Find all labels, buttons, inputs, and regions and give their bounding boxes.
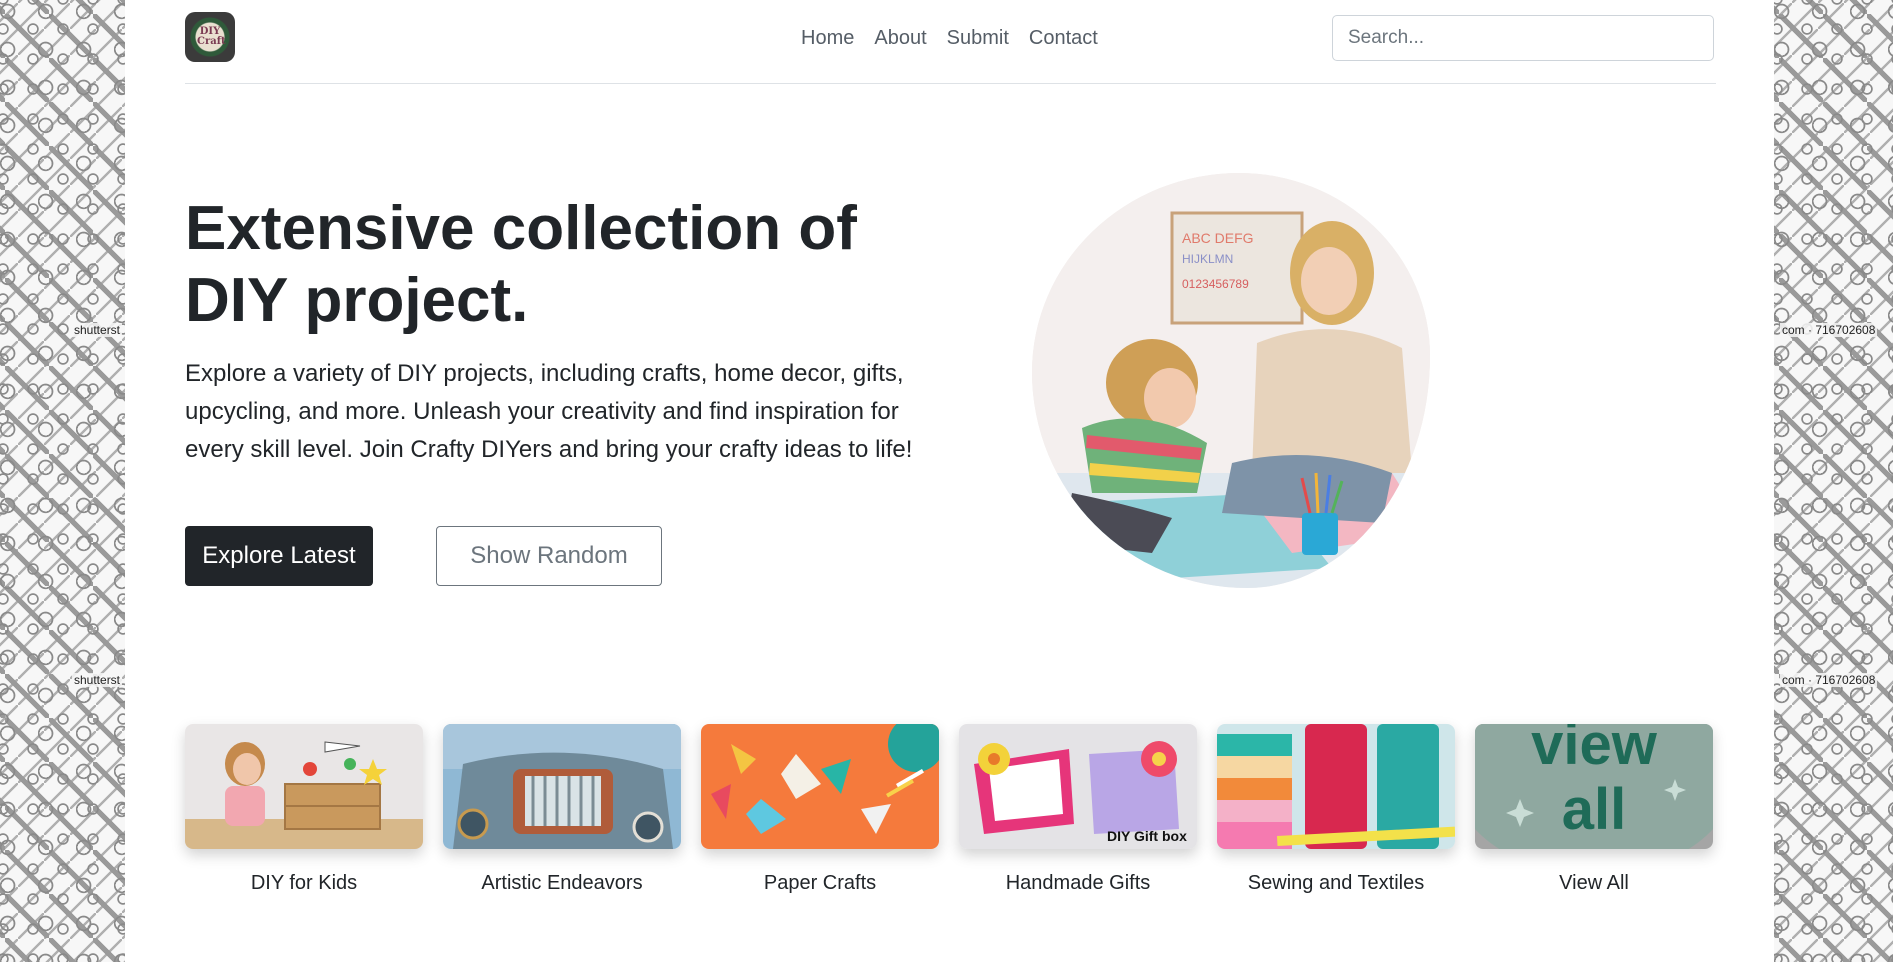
category-image-paper-crafts[interactable] xyxy=(701,724,939,849)
nav-home[interactable]: Home xyxy=(801,26,864,50)
origami-illustration xyxy=(701,724,939,849)
site-header: DIY Craft Home About Submit Contact xyxy=(185,0,1716,84)
view-all-graphic: view all xyxy=(1475,724,1713,849)
hero-description: Explore a variety of DIY projects, inclu… xyxy=(185,360,913,463)
nav-about[interactable]: About xyxy=(864,26,936,50)
view-all-graphic-text: view xyxy=(1531,724,1658,777)
thread-spools-illustration xyxy=(1217,724,1455,849)
category-image-sewing-and-textiles[interactable] xyxy=(1217,724,1455,849)
watermark-text: com · 716702608 xyxy=(1780,323,1878,337)
search-input[interactable] xyxy=(1332,15,1714,61)
category-label[interactable]: View All xyxy=(1475,871,1713,895)
category-label[interactable]: Paper Crafts xyxy=(701,871,939,895)
main-container: DIY Craft Home About Submit Contact Exte… xyxy=(125,0,1774,962)
background-pattern-right: com · 716702608 com · 716702608 xyxy=(1774,0,1893,962)
painted-truck-illustration xyxy=(443,724,681,849)
nav-contact[interactable]: Contact xyxy=(1019,26,1108,50)
watermark-text: shutterst xyxy=(72,673,123,687)
main-nav: Home About Submit Contact xyxy=(801,26,1108,50)
watermark-text: shutterst xyxy=(72,323,123,337)
background-pattern-left: shutterst shutterst xyxy=(0,0,125,962)
mother-child-crafting-illustration: ABC DEFG HIJKLMN 0123456789 xyxy=(1032,173,1430,588)
category-image-diy-for-kids[interactable] xyxy=(185,724,423,849)
watermark-text: com · 716702608 xyxy=(1780,673,1878,687)
category-card-handmade-gifts[interactable]: DIY Gift box Handmade Gifts xyxy=(959,724,1197,895)
svg-text:0123456789: 0123456789 xyxy=(1182,277,1249,291)
gift-box-illustration: DIY Gift box xyxy=(959,724,1197,849)
nav-submit[interactable]: Submit xyxy=(937,26,1019,50)
logo-text: DIY Craft xyxy=(197,26,226,47)
category-image-artistic-endeavors[interactable] xyxy=(443,724,681,849)
site-logo[interactable]: DIY Craft xyxy=(185,12,235,62)
show-random-button[interactable]: Show Random xyxy=(436,526,662,586)
category-card-paper-crafts[interactable]: Paper Crafts xyxy=(701,724,939,895)
view-all-graphic-text: all xyxy=(1562,777,1627,842)
hero-title: Extensive collection of DIY project. xyxy=(185,194,857,335)
category-label[interactable]: DIY for Kids xyxy=(185,871,423,895)
category-card-view-all[interactable]: view all View All xyxy=(1475,724,1713,895)
gift-box-caption: DIY Gift box xyxy=(1107,828,1187,844)
svg-text:HIJKLMN: HIJKLMN xyxy=(1182,252,1233,266)
category-image-handmade-gifts[interactable]: DIY Gift box xyxy=(959,724,1197,849)
explore-latest-button[interactable]: Explore Latest xyxy=(185,526,373,586)
category-card-diy-for-kids[interactable]: DIY for Kids xyxy=(185,724,423,895)
category-label[interactable]: Artistic Endeavors xyxy=(443,871,681,895)
category-card-sewing-and-textiles[interactable]: Sewing and Textiles xyxy=(1217,724,1455,895)
kid-craft-illustration xyxy=(185,724,423,849)
hero-image: ABC DEFG HIJKLMN 0123456789 xyxy=(1032,173,1430,588)
category-label[interactable]: Sewing and Textiles xyxy=(1217,871,1455,895)
svg-text:ABC DEFG: ABC DEFG xyxy=(1182,230,1254,246)
category-image-view-all[interactable]: view all xyxy=(1475,724,1713,849)
category-label[interactable]: Handmade Gifts xyxy=(959,871,1197,895)
category-card-artistic-endeavors[interactable]: Artistic Endeavors xyxy=(443,724,681,895)
